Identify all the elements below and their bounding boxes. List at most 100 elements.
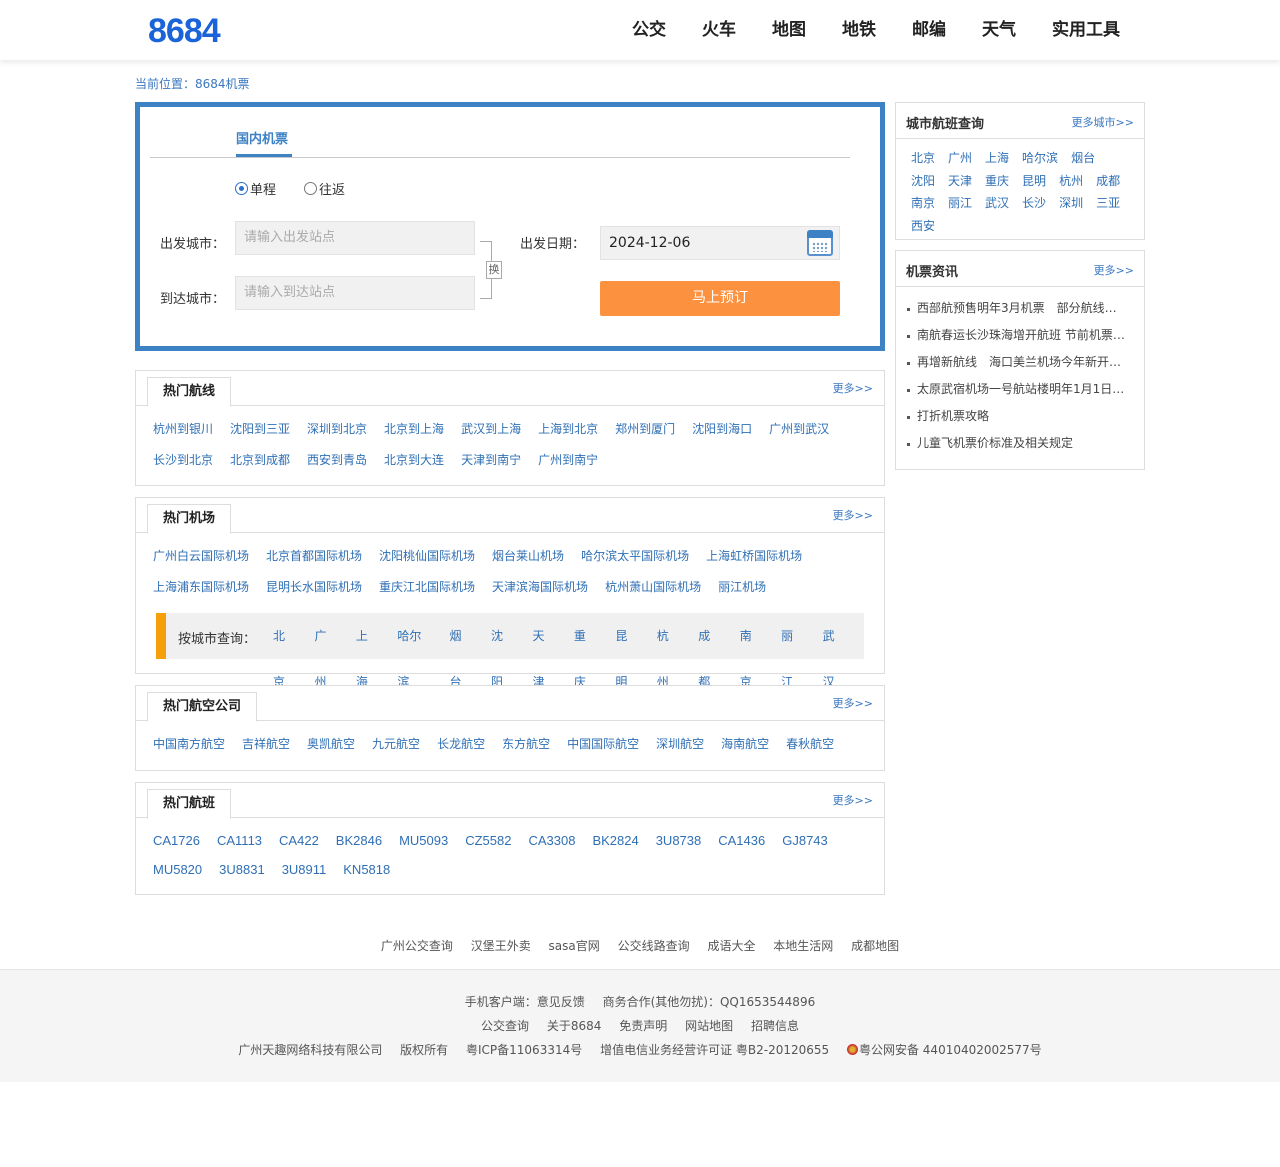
news-item[interactable]: 南航春运长沙珠海增开航班 节前机票2… — [906, 322, 1128, 349]
route-link[interactable]: 郑州到厦门 — [615, 414, 675, 445]
flight-link[interactable]: KN5818 — [343, 855, 390, 884]
one-way-label[interactable]: 单程 — [250, 179, 276, 198]
sidebar-city-link[interactable]: 广州 — [948, 147, 972, 170]
flight-link[interactable]: BK2824 — [592, 826, 638, 855]
airline-link[interactable]: 长龙航空 — [437, 729, 485, 760]
route-link[interactable]: 北京到成都 — [230, 445, 290, 476]
friend-link[interactable]: 广州公交查询 — [381, 939, 453, 953]
flight-link[interactable]: 3U8831 — [219, 855, 265, 884]
sidebar-city-link[interactable]: 上海 — [985, 147, 1009, 170]
news-item[interactable]: 太原武宿机场一号航站楼明年1月1日… — [906, 376, 1128, 403]
flight-link[interactable]: MU5820 — [153, 855, 202, 884]
airline-link[interactable]: 东方航空 — [502, 729, 550, 760]
route-link[interactable]: 深圳到北京 — [307, 414, 367, 445]
nav-train[interactable]: 火车 — [684, 0, 754, 60]
route-link[interactable]: 北京到大连 — [384, 445, 444, 476]
airport-link[interactable]: 天津滨海国际机场 — [492, 572, 588, 603]
sidebar-city-link[interactable]: 北京 — [911, 147, 935, 170]
from-city-input[interactable]: 请输入出发站点 — [235, 221, 475, 255]
sidebar-city-link[interactable]: 丽江 — [948, 192, 972, 215]
news-item[interactable]: 打折机票攻略 — [906, 403, 1128, 430]
flight-link[interactable]: CA1113 — [217, 826, 262, 855]
sidebar-city-link[interactable]: 杭州 — [1059, 170, 1083, 193]
sidebar-city-link[interactable]: 武汉 — [985, 192, 1009, 215]
sidebar-city-link[interactable]: 成都 — [1096, 170, 1120, 193]
one-way-radio[interactable] — [235, 182, 248, 195]
sidebar-city-link[interactable]: 深圳 — [1059, 192, 1083, 215]
footer-link[interactable]: 关于8684 — [547, 1019, 602, 1033]
friend-link[interactable]: 成都地图 — [851, 939, 899, 953]
sidebar-city-link[interactable]: 哈尔滨 — [1022, 147, 1058, 170]
airline-link[interactable]: 奥凯航空 — [307, 729, 355, 760]
sidebar-city-link[interactable]: 昆明 — [1022, 170, 1046, 193]
footer-link[interactable]: 公交查询 — [481, 1019, 529, 1033]
airline-link[interactable]: 中国国际航空 — [567, 729, 639, 760]
route-link[interactable]: 天津到南宁 — [461, 445, 521, 476]
route-link[interactable]: 西安到青岛 — [307, 445, 367, 476]
airport-link[interactable]: 上海浦东国际机场 — [153, 572, 249, 603]
airport-link[interactable]: 上海虹桥国际机场 — [706, 541, 802, 572]
news-item[interactable]: 西部航预售明年3月机票 部分航线低… — [906, 295, 1128, 322]
flight-link[interactable]: CA1436 — [718, 826, 765, 855]
airline-link[interactable]: 春秋航空 — [786, 729, 834, 760]
airport-link[interactable]: 广州白云国际机场 — [153, 541, 249, 572]
airport-link[interactable]: 北京首都国际机场 — [266, 541, 362, 572]
airline-link[interactable]: 吉祥航空 — [242, 729, 290, 760]
mobile-feedback-link[interactable]: 手机客户端：意见反馈 — [465, 995, 585, 1009]
departure-date-input[interactable]: 2024-12-06 — [600, 226, 840, 260]
nav-bus[interactable]: 公交 — [614, 0, 684, 60]
route-link[interactable]: 沈阳到海口 — [692, 414, 752, 445]
airport-link[interactable]: 烟台莱山机场 — [492, 541, 564, 572]
hot-routes-more-link[interactable]: 更多>> — [833, 380, 873, 396]
route-link[interactable]: 北京到上海 — [384, 414, 444, 445]
sidebar-city-link[interactable]: 沈阳 — [911, 170, 935, 193]
airline-link[interactable]: 海南航空 — [721, 729, 769, 760]
icp-record-link[interactable]: 粤ICP备11063314号 — [466, 1043, 582, 1057]
sidebar-city-link[interactable]: 天津 — [948, 170, 972, 193]
route-link[interactable]: 上海到北京 — [538, 414, 598, 445]
nav-tools[interactable]: 实用工具 — [1034, 0, 1138, 60]
flight-link[interactable]: CA3308 — [528, 826, 575, 855]
news-item[interactable]: 儿童飞机票价标准及相关规定 — [906, 430, 1128, 457]
airport-link[interactable]: 昆明长水国际机场 — [266, 572, 362, 603]
route-link[interactable]: 杭州到银川 — [153, 414, 213, 445]
sidebar-city-link[interactable]: 长沙 — [1022, 192, 1046, 215]
swap-cities-button[interactable]: 换 — [486, 261, 502, 279]
airport-link[interactable]: 杭州萧山国际机场 — [605, 572, 701, 603]
route-link[interactable]: 沈阳到三亚 — [230, 414, 290, 445]
sidebar-city-link[interactable]: 重庆 — [985, 170, 1009, 193]
nav-subway[interactable]: 地铁 — [824, 0, 894, 60]
sidebar-city-link[interactable]: 烟台 — [1071, 147, 1095, 170]
footer-link[interactable]: 网站地图 — [685, 1019, 733, 1033]
friend-link[interactable]: 成语大全 — [707, 939, 755, 953]
round-trip-radio[interactable] — [304, 182, 318, 195]
airport-link[interactable]: 沈阳桃仙国际机场 — [379, 541, 475, 572]
friend-link[interactable]: 公交线路查询 — [618, 939, 690, 953]
friend-link[interactable]: sasa官网 — [549, 939, 600, 953]
hot-flights-more-link[interactable]: 更多>> — [833, 792, 873, 808]
flight-link[interactable]: 3U8911 — [282, 855, 327, 884]
flight-link[interactable]: MU5093 — [399, 826, 448, 855]
calendar-icon[interactable] — [807, 230, 833, 256]
book-now-button[interactable]: 马上预订 — [600, 281, 840, 316]
news-item[interactable]: 再增新航线 海口美兰机场今年新开5… — [906, 349, 1128, 376]
nav-postcode[interactable]: 邮编 — [894, 0, 964, 60]
flight-link[interactable]: CA422 — [279, 826, 319, 855]
to-city-input[interactable]: 请输入到达站点 — [235, 276, 475, 310]
nav-weather[interactable]: 天气 — [964, 0, 1034, 60]
airline-link[interactable]: 九元航空 — [372, 729, 420, 760]
site-logo[interactable]: 8684 — [148, 14, 221, 48]
airport-link[interactable]: 哈尔滨太平国际机场 — [581, 541, 689, 572]
sidebar-city-link[interactable]: 南京 — [911, 192, 935, 215]
police-record-link[interactable]: 粤公网安备 44010402002577号 — [846, 1043, 1042, 1057]
friend-link[interactable]: 汉堡王外卖 — [471, 939, 531, 953]
flight-link[interactable]: CA1726 — [153, 826, 200, 855]
flight-link[interactable]: BK2846 — [336, 826, 382, 855]
sidebar-city-link[interactable]: 三亚 — [1096, 192, 1120, 215]
tab-domestic-flights[interactable]: 国内机票 — [236, 128, 288, 147]
route-link[interactable]: 长沙到北京 — [153, 445, 213, 476]
friend-link[interactable]: 本地生活网 — [773, 939, 833, 953]
airline-link[interactable]: 中国南方航空 — [153, 729, 225, 760]
flight-link[interactable]: 3U8738 — [656, 826, 702, 855]
route-link[interactable]: 武汉到上海 — [461, 414, 521, 445]
